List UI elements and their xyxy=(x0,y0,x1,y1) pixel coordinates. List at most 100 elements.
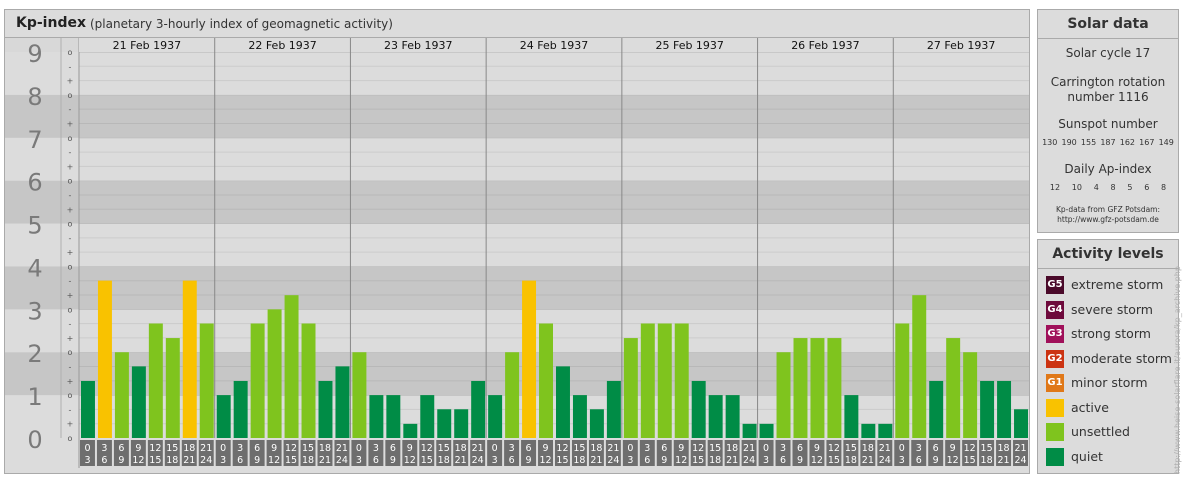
y-tick-label: 6 xyxy=(27,169,42,197)
hour-label-start: 21 xyxy=(472,443,484,454)
hour-label-end: 15 xyxy=(285,455,297,466)
kp-bar xyxy=(97,280,112,438)
hour-label-end: 6 xyxy=(509,455,515,466)
kp-bar xyxy=(776,352,791,438)
legend-swatch: G1 xyxy=(1046,374,1064,392)
hour-label-start: 18 xyxy=(319,443,331,454)
y-minor-mark: o xyxy=(68,391,73,400)
kp-bar xyxy=(250,323,265,438)
sunspot-values: 130 190 155 187 162 167 149 xyxy=(1040,138,1176,147)
kp-bar xyxy=(793,338,808,438)
hour-label-start: 21 xyxy=(200,443,212,454)
hour-label-end: 12 xyxy=(539,455,551,466)
hour-label-start: 12 xyxy=(692,443,704,454)
hour-label-start: 6 xyxy=(661,443,667,454)
hour-label-start: 15 xyxy=(845,443,857,454)
sunspot-value: 187 xyxy=(1100,138,1116,147)
ap-value: 8 xyxy=(1161,183,1167,192)
kp-bar xyxy=(623,338,638,438)
source-url: http://www.gfz-potsdam.de xyxy=(1057,215,1159,224)
hour-label-end: 24 xyxy=(607,455,619,466)
hour-label-end: 9 xyxy=(661,455,667,466)
kp-bar xyxy=(895,323,910,438)
kp-bar xyxy=(657,323,672,438)
y-minor-mark: - xyxy=(69,405,72,414)
legend-label: strong storm xyxy=(1071,326,1151,341)
divider xyxy=(1038,268,1178,269)
sunspot-value: 167 xyxy=(1139,138,1155,147)
kp-bar xyxy=(386,395,401,438)
y-minor-mark: o xyxy=(68,177,73,186)
kp-bar xyxy=(1014,409,1028,438)
hour-label-start: 15 xyxy=(302,443,314,454)
kp-bar xyxy=(318,380,333,438)
kp-bar xyxy=(301,323,316,438)
hour-label-start: 9 xyxy=(678,443,684,454)
kp-bar xyxy=(165,338,180,438)
y-tick-label: 3 xyxy=(27,297,42,325)
hour-label-end: 12 xyxy=(404,455,416,466)
hour-label-start: 12 xyxy=(421,443,433,454)
y-tick-label: 4 xyxy=(27,254,42,282)
hour-label-end: 15 xyxy=(556,455,568,466)
hour-label-start: 6 xyxy=(933,443,939,454)
legend-swatch xyxy=(1046,447,1064,466)
kp-bar xyxy=(606,380,621,438)
kp-bar xyxy=(148,323,163,438)
y-minor-mark: o xyxy=(68,48,73,57)
kp-bar xyxy=(437,409,452,438)
hour-label-start: 15 xyxy=(709,443,721,454)
kp-bar xyxy=(505,352,520,438)
hour-label-end: 21 xyxy=(455,455,467,466)
carrington-label: Carrington rotation xyxy=(1050,75,1166,89)
y-tick-label: 2 xyxy=(27,340,42,368)
date-label: 25 Feb 1937 xyxy=(655,39,723,52)
hour-label-end: 6 xyxy=(237,455,243,466)
hour-label-end: 9 xyxy=(390,455,396,466)
hour-label-start: 15 xyxy=(573,443,585,454)
kp-bar xyxy=(946,338,961,438)
ap-value: 12 xyxy=(1049,183,1061,192)
ap-value: 8 xyxy=(1110,183,1116,192)
kp-bar xyxy=(420,395,435,438)
hour-label-start: 0 xyxy=(492,443,498,454)
kp-bar xyxy=(844,395,859,438)
hour-label-start: 12 xyxy=(285,443,297,454)
kp-bar xyxy=(725,395,740,438)
hour-label-start: 3 xyxy=(644,443,650,454)
kp-bar xyxy=(963,352,978,438)
hour-label-start: 18 xyxy=(455,443,467,454)
legend-swatch xyxy=(1046,423,1064,441)
hour-label-end: 12 xyxy=(811,455,823,466)
legend-swatch: G2 xyxy=(1046,349,1064,368)
y-tick-label: 9 xyxy=(27,40,42,68)
hour-label-end: 12 xyxy=(132,455,144,466)
solar-cycle: Solar cycle 17 xyxy=(1065,46,1151,60)
kp-bar xyxy=(997,380,1012,438)
hour-label-end: 24 xyxy=(472,455,484,466)
hour-label-start: 6 xyxy=(118,443,124,454)
hour-label-start: 9 xyxy=(135,443,141,454)
hour-label-start: 9 xyxy=(814,443,820,454)
legend-label: minor storm xyxy=(1071,375,1148,390)
hour-label-end: 3 xyxy=(84,455,90,466)
hour-label-start: 0 xyxy=(763,443,769,454)
y-minor-mark: o xyxy=(68,91,73,100)
solar-data-panel: Solar data Solar cycle 17 Carrington rot… xyxy=(1037,9,1179,233)
date-label: 27 Feb 1937 xyxy=(927,39,995,52)
hour-label-start: 3 xyxy=(509,443,515,454)
hour-label-end: 24 xyxy=(1014,455,1026,466)
source-label: Kp-data from GFZ Potsdam: xyxy=(1055,205,1161,214)
kp-bar xyxy=(114,352,129,438)
sunspot-value: 155 xyxy=(1080,138,1097,147)
y-tick-label: 1 xyxy=(27,383,42,411)
legend-swatch: G3 xyxy=(1046,325,1064,343)
hour-label-start: 18 xyxy=(590,443,602,454)
hour-label-end: 21 xyxy=(862,455,874,466)
legend-label: extreme storm xyxy=(1071,277,1164,292)
kp-bar xyxy=(827,338,842,438)
y-minor-mark: + xyxy=(67,377,74,386)
svg-text:http://www.heise-solarflare.it: http://www.heise-solarflare.it/aurora/kp… xyxy=(1173,266,1182,474)
hour-label-start: 21 xyxy=(743,443,755,454)
activity-levels-panel: Activity levels G5 extreme storm G4 severe … xyxy=(1037,239,1179,474)
